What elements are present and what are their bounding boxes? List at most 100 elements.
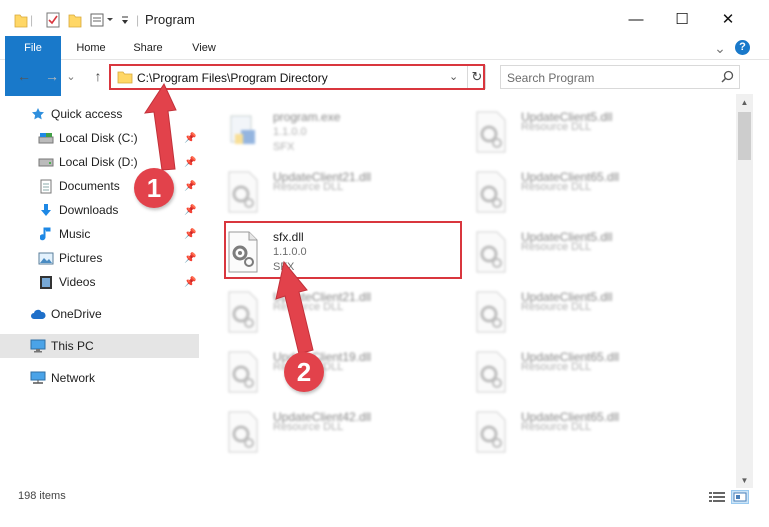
folder-icon — [14, 10, 28, 30]
item-count: 198 items — [18, 490, 66, 502]
file-item[interactable]: UpdateClient21.dll Resource DLL — [205, 284, 445, 344]
file-version: 1.1.0.0 — [273, 126, 307, 138]
separator: | — [30, 13, 34, 27]
vertical-scrollbar[interactable]: ▲ ▼ — [736, 94, 753, 488]
back-button[interactable]: ← — [14, 66, 34, 86]
sidebar-item-label: Music — [59, 227, 91, 241]
sidebar-item-quick-access[interactable]: Quick access — [0, 102, 199, 126]
refresh-icon[interactable]: ↻ — [467, 66, 486, 88]
help-icon[interactable]: ? — [735, 40, 750, 55]
minimize-button[interactable]: — — [613, 4, 659, 34]
sidebar-item-this-pc[interactable]: This PC — [0, 334, 199, 358]
sidebar-item-music[interactable]: Music 📌 — [0, 222, 199, 246]
tab-view[interactable]: View — [182, 36, 226, 60]
close-button[interactable]: ✕ — [705, 4, 751, 34]
file-description: Resource DLL — [521, 301, 592, 313]
recent-locations-button[interactable]: ⌄ — [64, 66, 78, 86]
file-name: sfx.dll — [273, 230, 304, 244]
tiles-view-icon[interactable] — [731, 490, 749, 504]
sidebar-item-label: Local Disk (D:) — [59, 155, 138, 169]
pin-icon[interactable]: 📌 — [184, 133, 196, 144]
computer-icon — [30, 338, 46, 354]
dll-file-icon — [473, 290, 513, 336]
file-description: Resource DLL — [521, 181, 592, 193]
file-item[interactable]: UpdateClient21.dll Resource DLL — [205, 164, 445, 224]
navigation-bar: ← → ⌄ ↑ C:\Program Files\Program Directo… — [0, 60, 769, 94]
file-item[interactable]: UpdateClient19.dll Resource DLL — [205, 344, 445, 404]
dll-file-icon — [473, 170, 513, 216]
search-icon[interactable] — [721, 70, 734, 86]
new-folder-icon[interactable] — [68, 10, 82, 30]
sidebar-item-onedrive[interactable]: OneDrive — [0, 302, 199, 326]
file-item[interactable]: UpdateClient5.dll Resource DLL — [453, 224, 693, 284]
file-item[interactable]: UpdateClient5.dll Resource DLL — [453, 284, 693, 344]
properties-icon[interactable] — [46, 10, 60, 30]
pin-icon[interactable]: 📌 — [184, 229, 196, 240]
sidebar-item-pictures[interactable]: Pictures 📌 — [0, 246, 199, 270]
pin-icon[interactable]: 📌 — [184, 253, 196, 264]
sidebar-item-label: Documents — [59, 179, 120, 193]
up-button[interactable]: ↑ — [88, 66, 108, 86]
sidebar-item-label: Local Disk (C:) — [59, 131, 138, 145]
tab-share[interactable]: Share — [124, 36, 172, 60]
sidebar-item-local-disk-d[interactable]: Local Disk (D:) 📌 — [0, 150, 199, 174]
window-title: Program — [145, 12, 195, 27]
network-icon — [30, 370, 46, 386]
tab-home[interactable]: Home — [68, 36, 114, 60]
videos-icon — [38, 274, 54, 290]
dll-file-icon — [225, 410, 265, 456]
expand-ribbon-icon[interactable]: ⌄ — [712, 36, 728, 60]
search-box[interactable] — [500, 65, 740, 89]
pin-icon[interactable]: 📌 — [184, 277, 196, 288]
dll-file-icon — [225, 230, 265, 276]
pin-icon[interactable]: 📌 — [184, 157, 196, 168]
pin-icon[interactable]: 📌 — [184, 205, 196, 216]
sidebar-item-downloads[interactable]: Downloads 📌 — [0, 198, 199, 222]
file-description: Resource DLL — [521, 421, 592, 433]
address-dropdown-icon[interactable]: ⌄ — [449, 70, 458, 83]
file-list: program.exe 1.1.0.0 SFX UpdateClient5.dl… — [205, 98, 735, 488]
file-name: program.exe — [273, 110, 341, 124]
music-icon — [38, 226, 54, 242]
navigation-pane: Quick access Local Disk (C:) 📌 Local Dis… — [0, 98, 200, 488]
sidebar-item-label: Downloads — [59, 203, 119, 217]
details-view-icon[interactable] — [708, 490, 726, 504]
customize-toolbar-icon[interactable] — [90, 10, 116, 30]
file-item[interactable]: UpdateClient65.dll Resource DLL — [453, 344, 693, 404]
sidebar-item-label: OneDrive — [51, 307, 102, 321]
sidebar-item-videos[interactable]: Videos 📌 — [0, 270, 199, 294]
forward-button[interactable]: → — [42, 66, 62, 86]
file-item[interactable]: UpdateClient65.dll Resource DLL — [453, 164, 693, 224]
separator: | — [136, 13, 140, 27]
file-description: Resource DLL — [273, 301, 344, 313]
file-item[interactable]: UpdateClient42.dll Resource DLL — [205, 404, 445, 464]
file-item[interactable]: UpdateClient65.dll Resource DLL — [453, 404, 693, 464]
pin-icon[interactable]: 📌 — [184, 181, 196, 192]
sidebar-item-local-disk-c[interactable]: Local Disk (C:) 📌 — [0, 126, 199, 150]
documents-icon — [38, 178, 54, 194]
dll-file-icon — [473, 230, 513, 276]
sidebar-item-network[interactable]: Network — [0, 366, 199, 390]
file-item[interactable]: program.exe 1.1.0.0 SFX — [205, 104, 445, 164]
address-bar[interactable]: C:\Program Files\Program Directory ⌄ ↻ — [110, 65, 486, 89]
qat-dropdown-icon[interactable] — [120, 10, 130, 30]
scroll-down-icon[interactable]: ▼ — [736, 472, 753, 488]
file-description: Resource DLL — [273, 421, 344, 433]
dll-file-icon — [225, 170, 265, 216]
address-path: C:\Program Files\Program Directory — [137, 71, 328, 85]
file-description: SFX — [273, 141, 295, 153]
file-item-sfx-dll[interactable]: sfx.dll 1.1.0.0 SFX — [205, 224, 445, 284]
scroll-thumb[interactable] — [738, 112, 751, 160]
file-item[interactable]: UpdateClient5.dll Resource DLL — [453, 104, 693, 164]
download-icon — [38, 202, 54, 218]
star-icon — [30, 106, 46, 122]
file-description: Resource DLL — [521, 361, 592, 373]
folder-icon — [117, 70, 133, 87]
ribbon-tabs: File Home Share View ⌄ ? — [0, 36, 769, 96]
sidebar-item-label: Quick access — [51, 107, 123, 121]
maximize-button[interactable]: ☐ — [659, 4, 705, 34]
dll-file-icon — [225, 290, 265, 336]
scroll-up-icon[interactable]: ▲ — [736, 94, 753, 110]
file-version: 1.1.0.0 — [273, 246, 307, 258]
search-input[interactable] — [507, 70, 707, 86]
